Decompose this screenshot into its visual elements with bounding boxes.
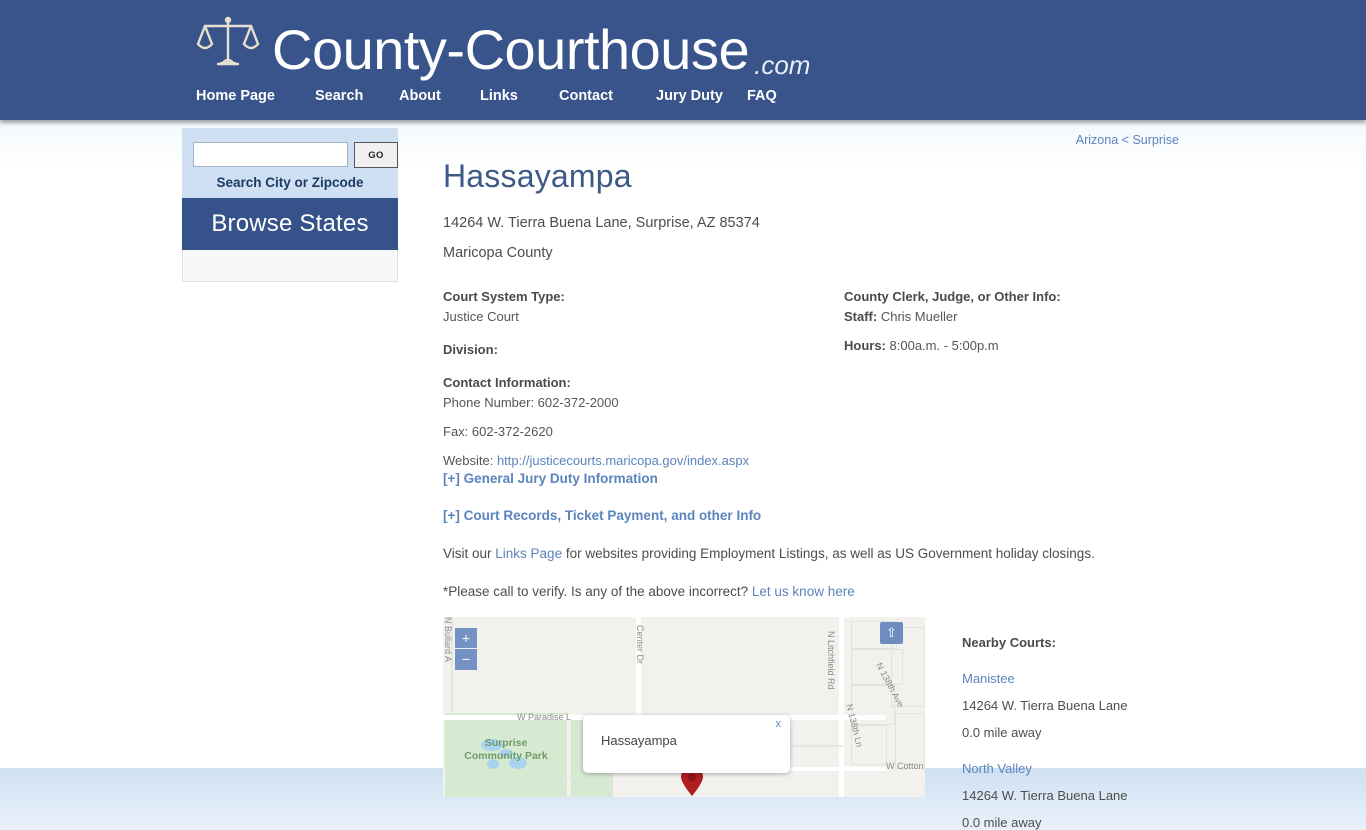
nearby-court-distance: 0.0 mile away xyxy=(962,815,1042,830)
expander-court-records-ticket-payment[interactable]: [+] Court Records, Ticket Payment, and o… xyxy=(443,508,1203,523)
nearby-court-address: 14264 W. Tierra Buena Lane xyxy=(962,698,1128,713)
map-label-n-litchfield-rd: N Litchfield Rd xyxy=(826,631,836,690)
breadcrumb-city-link[interactable]: Surprise xyxy=(1132,133,1179,147)
info-window-title: Hassayampa xyxy=(601,733,677,748)
park-label-line-1: Surprise xyxy=(484,737,528,749)
map-pan-up-button[interactable]: ⇧ xyxy=(880,622,903,644)
map-info-window: Hassayampa x xyxy=(583,715,790,773)
map-label-center-dr: Center Dr xyxy=(635,625,645,665)
details-left-column: Court System Type: Justice Court Divisio… xyxy=(443,289,833,468)
court-system-type-value: Justice Court xyxy=(443,309,519,324)
nearby-courts-title: Nearby Courts: xyxy=(962,635,1056,650)
nearby-court-item: North Valley 14264 W. Tierra Buena Lane … xyxy=(962,761,1202,830)
verify-paragraph: *Please call to verify. Is any of the ab… xyxy=(443,584,1203,599)
let-us-know-here-link[interactable]: Let us know here xyxy=(752,584,855,599)
clerk-judge-label: County Clerk, Judge, or Other Info: xyxy=(844,289,1061,304)
hours-row: Hours: 8:00a.m. - 5:00p.m xyxy=(844,338,1204,353)
brand-tld: .com xyxy=(754,50,811,80)
map-label-w-cotton: W Cotton xyxy=(886,761,924,771)
nav-item-home-page[interactable]: Home Page xyxy=(196,88,315,104)
search-row: GO xyxy=(182,142,398,168)
nearby-court-link-manistee[interactable]: Manistee xyxy=(962,671,1202,686)
go-button[interactable]: GO xyxy=(354,142,398,168)
sidebar: GO Search City or Zipcode Browse States xyxy=(182,128,398,282)
map-zoom-controls: + − xyxy=(455,628,477,670)
nav-item-contact[interactable]: Contact xyxy=(559,88,656,104)
breadcrumb: Arizona < Surprise xyxy=(443,128,1203,150)
website-row: Website: http://justicecourts.maricopa.g… xyxy=(443,453,833,468)
nearby-court-link-north-valley[interactable]: North Valley xyxy=(962,761,1202,776)
phone-number: Phone Number: 602-372-2000 xyxy=(443,395,619,410)
nav-item-jury-duty[interactable]: Jury Duty xyxy=(656,88,747,104)
verify-paragraph-prefix: *Please call to verify. Is any of the ab… xyxy=(443,584,752,599)
court-details: Court System Type: Justice Court Divisio… xyxy=(443,289,1204,468)
nearby-court-address: 14264 W. Tierra Buena Lane xyxy=(962,788,1128,803)
details-right-column: County Clerk, Judge, or Other Info: Staf… xyxy=(844,289,1204,353)
staff-row: Staff: Chris Mueller xyxy=(844,309,1204,324)
scales-of-justice-icon xyxy=(196,12,260,74)
browse-states-label: Browse States xyxy=(211,210,369,237)
court-system-type-label: Court System Type: xyxy=(443,289,565,304)
breadcrumb-state-link[interactable]: Arizona xyxy=(1076,133,1118,147)
breadcrumb-separator: < xyxy=(1121,133,1129,147)
browse-states-button[interactable]: Browse States xyxy=(182,198,398,250)
map-label-w-paradise-ln: W Paradise L xyxy=(517,712,572,722)
nav-item-faq[interactable]: FAQ xyxy=(747,88,807,104)
park-label: Surprise Community Park xyxy=(451,737,561,763)
fax-number: Fax: 602-372-2620 xyxy=(443,424,553,439)
info-window-close-icon[interactable]: x xyxy=(776,718,782,730)
website-label: Website: xyxy=(443,453,497,468)
main-content: Arizona < Surprise Hassayampa 14264 W. T… xyxy=(443,128,1204,830)
map-block-outline xyxy=(563,777,613,797)
links-paragraph-suffix: for websites providing Employment Listin… xyxy=(562,546,1095,561)
sidebar-footer-panel xyxy=(182,250,398,282)
contact-information-label: Contact Information: xyxy=(443,375,571,390)
page-title: Hassayampa xyxy=(443,158,632,194)
search-caption: Search City or Zipcode xyxy=(216,175,364,190)
zoom-out-button[interactable]: − xyxy=(455,649,477,670)
nearby-court-distance: 0.0 mile away xyxy=(962,725,1042,740)
location-map[interactable]: N Bullard A Center Dr W Paradise L N Lit… xyxy=(443,617,925,797)
court-address: 14264 W. Tierra Buena Lane, Surprise, AZ… xyxy=(443,215,760,231)
nav-item-about[interactable]: About xyxy=(399,88,480,104)
staff-value: Chris Mueller xyxy=(880,309,958,324)
links-page-paragraph: Visit our Links Page for websites provid… xyxy=(443,546,1203,561)
nearby-court-item: Manistee 14264 W. Tierra Buena Lane 0.0 … xyxy=(962,671,1202,740)
nearby-courts-panel: Nearby Courts: Manistee 14264 W. Tierra … xyxy=(962,635,1202,830)
search-panel: GO Search City or Zipcode xyxy=(182,128,398,198)
court-county: Maricopa County xyxy=(443,245,553,261)
site-header: County-Courthouse .com Home Page Search … xyxy=(0,0,1366,120)
nav-item-search[interactable]: Search xyxy=(315,88,399,104)
website-link[interactable]: http://justicecourts.maricopa.gov/index.… xyxy=(497,453,749,468)
links-paragraph-prefix: Visit our xyxy=(443,546,496,561)
staff-label: Staff: xyxy=(844,309,878,324)
hours-value: 8:00a.m. - 5:00p.m xyxy=(889,338,999,353)
expander-general-jury-duty-information[interactable]: [+] General Jury Duty Information xyxy=(443,471,1203,486)
brand-title: County-Courthouse xyxy=(272,18,750,81)
links-page-link[interactable]: Links Page xyxy=(495,546,562,561)
search-input[interactable] xyxy=(193,142,348,167)
hours-label: Hours: xyxy=(844,338,886,353)
division-label: Division: xyxy=(443,342,498,357)
main-navigation: Home Page Search About Links Contact Jur… xyxy=(196,88,807,104)
map-label-n-bullard-ave: N Bullard A xyxy=(443,617,453,663)
site-brand[interactable]: County-Courthouse .com xyxy=(196,8,810,78)
park-label-line-2: Community Park xyxy=(464,750,548,762)
nav-item-links[interactable]: Links xyxy=(480,88,559,104)
zoom-in-button[interactable]: + xyxy=(455,628,477,649)
